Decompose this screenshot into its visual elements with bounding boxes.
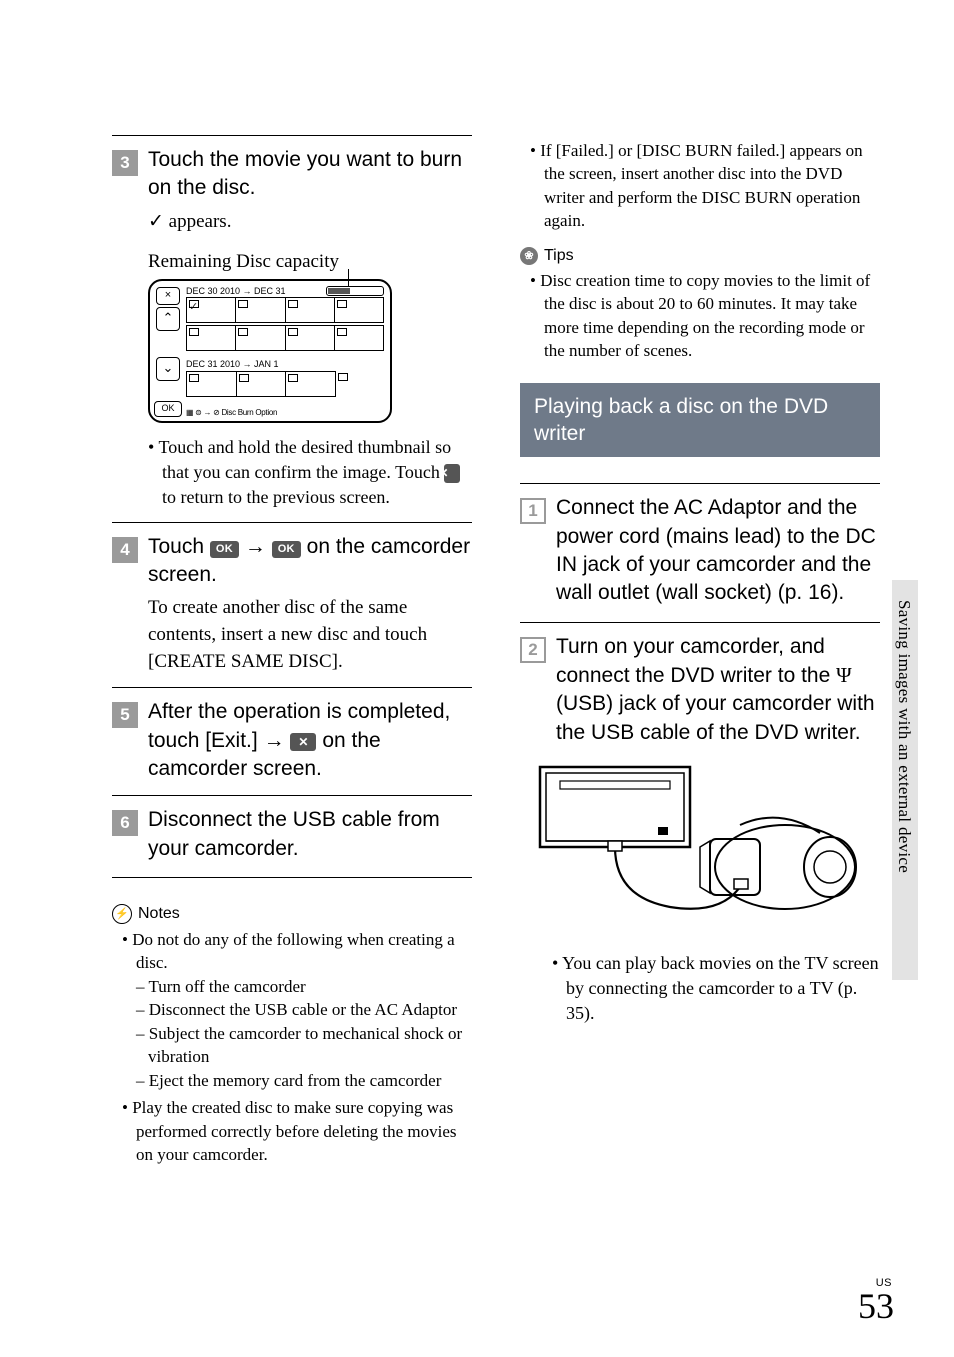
step-4-number: 4 bbox=[112, 537, 138, 563]
arrow-icon: → bbox=[264, 729, 285, 752]
notes-dash: – Eject the memory card from the camcord… bbox=[112, 1069, 472, 1092]
step-5-heading: After the operation is completed, touch … bbox=[148, 698, 472, 783]
scroll-up-icon: ⌃ bbox=[156, 307, 180, 331]
ok-badge-icon: OK bbox=[272, 541, 301, 558]
ok-softkey-icon: OK bbox=[154, 401, 182, 417]
step-6-number: 6 bbox=[112, 810, 138, 836]
right-top-bullet: If [Failed.] or [DISC BURN failed.] appe… bbox=[520, 139, 880, 233]
usb-trident-icon: Ψ bbox=[836, 663, 852, 687]
notes-dash: – Subject the camcorder to mechanical sh… bbox=[112, 1022, 472, 1069]
step-3-bullet: Touch and hold the desired thumbnail so … bbox=[112, 435, 472, 509]
scroll-down-icon: ⌄ bbox=[156, 357, 180, 381]
tips-heading: ❀ Tips bbox=[520, 247, 880, 265]
tips-item: Disc creation time to copy movies to the… bbox=[520, 269, 880, 363]
side-tab-label: Saving images with an external device bbox=[894, 600, 914, 873]
thumb-row-3 bbox=[186, 371, 384, 397]
figure-bullet: You can play back movies on the TV scree… bbox=[520, 951, 880, 1025]
disc-burn-option-label: ▦ ⊜ → ⊘ Disc Burn Option bbox=[186, 408, 277, 417]
arrow-icon: → bbox=[245, 535, 266, 558]
step-3-sub: ✓ appears. bbox=[148, 209, 472, 236]
notes-item: Do not do any of the following when crea… bbox=[112, 928, 472, 975]
step-4-body: To create another disc of the same conte… bbox=[148, 595, 472, 675]
step-3-heading: Touch the movie you want to burn on the … bbox=[148, 146, 472, 203]
date-range-1: DEC 30 2010 → DEC 31 bbox=[186, 286, 286, 296]
right-step-2: Turn on your camcorder, and connect the … bbox=[556, 633, 880, 747]
camcorder-figure bbox=[530, 757, 860, 937]
ok-badge-icon: OK bbox=[210, 541, 239, 558]
step-4-heading: Touch OK → OK on the camcorder screen. bbox=[148, 533, 472, 590]
step-2-number: 2 bbox=[520, 637, 546, 663]
close-icon: × bbox=[156, 287, 180, 305]
thumb-row-2 bbox=[186, 325, 384, 351]
step-5-number: 5 bbox=[112, 702, 138, 728]
section-heading: Playing back a disc on the DVD writer bbox=[520, 383, 880, 458]
tips-icon: ❀ bbox=[520, 247, 538, 265]
page-number: 53 bbox=[858, 1285, 894, 1327]
date-range-2: DEC 31 2010 → JAN 1 bbox=[186, 359, 279, 369]
notes-item: Play the created disc to make sure copyi… bbox=[112, 1096, 472, 1166]
check-icon: ✓ bbox=[148, 211, 164, 232]
notes-heading: ⚡ Notes bbox=[112, 904, 472, 924]
step-6-heading: Disconnect the USB cable from your camco… bbox=[148, 806, 472, 863]
x-badge-icon: ✕ bbox=[290, 733, 316, 751]
step-3-number: 3 bbox=[112, 150, 138, 176]
notes-dash: – Turn off the camcorder bbox=[112, 975, 472, 998]
notes-dash: – Disconnect the USB cable or the AC Ada… bbox=[112, 998, 472, 1021]
thumb-row-1 bbox=[186, 297, 384, 323]
pointer-line bbox=[348, 269, 349, 287]
right-step-1: Connect the AC Adaptor and the power cor… bbox=[556, 494, 880, 607]
step-1-number: 1 bbox=[520, 498, 546, 524]
capacity-bar bbox=[326, 286, 384, 296]
capacity-caption: Remaining Disc capacity bbox=[148, 251, 472, 273]
x-badge-icon: ✕ bbox=[444, 464, 460, 483]
camcorder-screenshot: × ⌃ ⌄ OK DEC 30 2010 → DEC 31 ✓ bbox=[148, 279, 392, 423]
notes-icon: ⚡ bbox=[112, 904, 132, 924]
